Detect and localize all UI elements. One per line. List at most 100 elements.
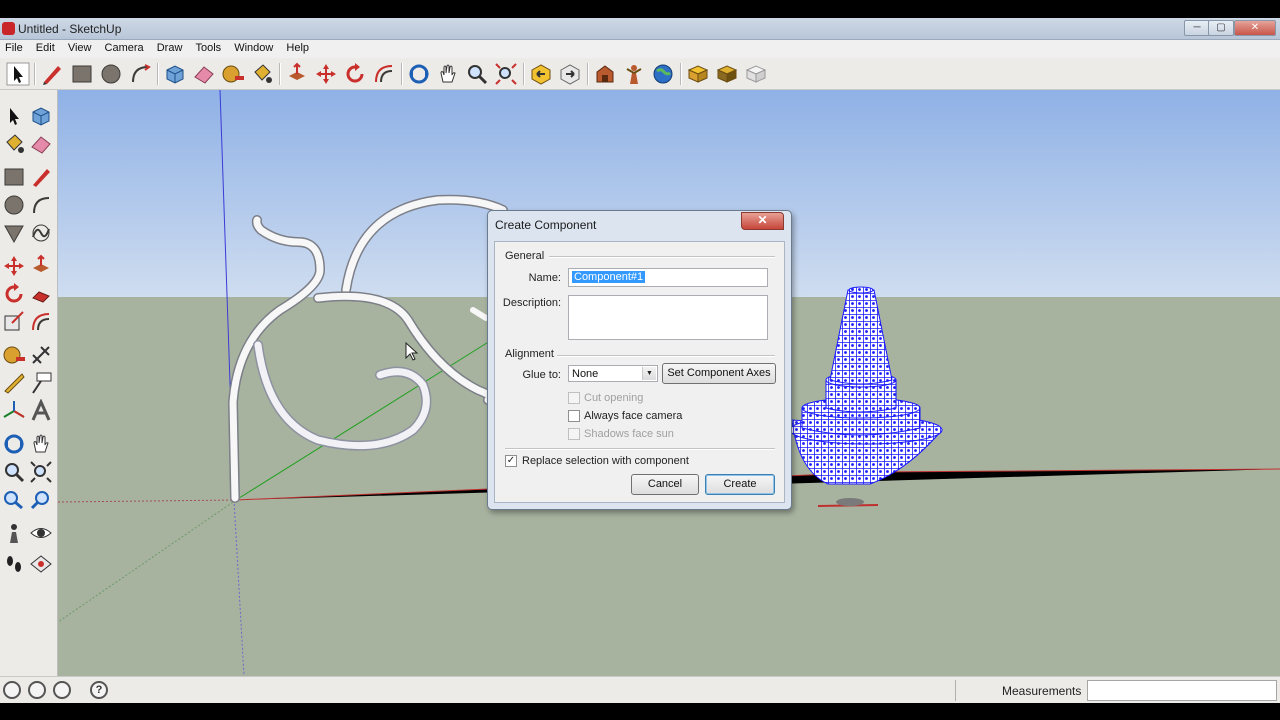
toggle-terrain-icon[interactable] xyxy=(715,62,739,86)
menu-help[interactable]: Help xyxy=(281,40,314,54)
share-model-icon[interactable] xyxy=(622,62,646,86)
move-icon[interactable] xyxy=(2,254,26,278)
zoom-extents-icon[interactable] xyxy=(29,488,53,512)
name-input[interactable]: Component#1 xyxy=(568,268,768,287)
make-component-icon[interactable] xyxy=(29,104,53,128)
google-earth-icon[interactable] xyxy=(651,62,675,86)
eraser-icon[interactable] xyxy=(192,62,216,86)
toolbar-separator xyxy=(523,63,525,85)
place-model-icon[interactable] xyxy=(744,62,768,86)
help-icon[interactable]: ? xyxy=(90,681,108,699)
menu-view[interactable]: View xyxy=(63,40,97,54)
dialog-body: General Name: Component#1 Description: A… xyxy=(494,241,785,503)
cancel-button[interactable]: Cancel xyxy=(631,474,699,495)
alignment-group-divider xyxy=(557,355,775,357)
tape-measure-icon[interactable] xyxy=(221,62,245,86)
menu-draw[interactable]: Draw xyxy=(152,40,188,54)
maximize-button[interactable]: ▢ xyxy=(1208,20,1234,36)
zoom-window-icon[interactable] xyxy=(29,460,53,484)
tape-measure-icon[interactable] xyxy=(2,343,26,367)
offset-icon[interactable] xyxy=(29,310,53,334)
axes-icon[interactable] xyxy=(2,399,26,423)
push-pull-icon[interactable] xyxy=(29,254,53,278)
description-label: Description: xyxy=(502,297,561,309)
menu-window[interactable]: Window xyxy=(229,40,278,54)
look-around-icon[interactable] xyxy=(29,521,53,545)
replace-selection-label: Replace selection with component xyxy=(522,455,689,467)
paint-bucket-icon[interactable] xyxy=(2,132,26,156)
rectangle-icon[interactable] xyxy=(70,62,94,86)
move-icon[interactable] xyxy=(314,62,338,86)
orbit-icon[interactable] xyxy=(407,62,431,86)
circle-icon[interactable] xyxy=(2,193,26,217)
arc-icon[interactable] xyxy=(29,193,53,217)
arc-icon[interactable] xyxy=(128,62,152,86)
position-camera-icon[interactable] xyxy=(2,521,26,545)
select-icon[interactable] xyxy=(6,62,30,86)
next-icon[interactable] xyxy=(558,62,582,86)
scale-icon[interactable] xyxy=(2,310,26,334)
toolbar-separator xyxy=(34,63,36,85)
protractor-icon[interactable] xyxy=(2,371,26,395)
text-icon[interactable] xyxy=(29,371,53,395)
pan-icon[interactable] xyxy=(29,432,53,456)
section-plane-icon[interactable] xyxy=(29,552,53,576)
zoom-extents-icon[interactable] xyxy=(494,62,518,86)
previous-icon[interactable] xyxy=(529,62,553,86)
dimension-icon[interactable] xyxy=(29,343,53,367)
credits-icon[interactable] xyxy=(28,681,46,699)
orbit-icon[interactable] xyxy=(2,432,26,456)
menu-file[interactable]: File xyxy=(0,40,28,54)
make-component-icon[interactable] xyxy=(163,62,187,86)
set-component-axes-button[interactable]: Set Component Axes xyxy=(662,363,776,384)
create-component-dialog: Create Component ✕ General Name: Compone… xyxy=(487,210,792,510)
geo-location-icon[interactable] xyxy=(3,681,21,699)
dialog-close-button[interactable]: ✕ xyxy=(741,212,784,230)
toolbar-separator xyxy=(157,63,159,85)
rectangle-icon[interactable] xyxy=(2,165,26,189)
3d-text-icon[interactable] xyxy=(29,399,53,423)
letterbox-top xyxy=(0,0,1280,20)
chevron-down-icon[interactable]: ▼ xyxy=(642,367,656,380)
get-models-icon[interactable] xyxy=(593,62,617,86)
select-icon[interactable] xyxy=(2,104,26,128)
follow-me-icon[interactable] xyxy=(29,282,53,306)
pencil-icon[interactable] xyxy=(40,62,64,86)
cut-opening-checkbox[interactable] xyxy=(568,392,580,404)
user-icon[interactable] xyxy=(53,681,71,699)
description-input[interactable] xyxy=(568,295,768,340)
pan-icon[interactable] xyxy=(436,62,460,86)
line-icon[interactable] xyxy=(29,165,53,189)
walk-icon[interactable] xyxy=(2,552,26,576)
circle-icon[interactable] xyxy=(99,62,123,86)
measurements-input[interactable] xyxy=(1087,680,1277,701)
always-face-camera-checkbox[interactable] xyxy=(568,410,580,422)
freehand-icon[interactable] xyxy=(29,221,53,245)
main-toolbar xyxy=(0,58,1280,90)
create-button[interactable]: Create xyxy=(705,474,775,495)
previous-view-icon[interactable] xyxy=(2,488,26,512)
menu-edit[interactable]: Edit xyxy=(31,40,60,54)
rotate-icon[interactable] xyxy=(343,62,367,86)
toolbar-separator xyxy=(401,63,403,85)
eraser-icon[interactable] xyxy=(29,132,53,156)
cut-opening-label: Cut opening xyxy=(584,392,644,404)
minimize-button[interactable]: ─ xyxy=(1184,20,1210,36)
always-face-camera-label: Always face camera xyxy=(584,410,683,422)
name-label: Name: xyxy=(528,272,561,284)
zoom-icon[interactable] xyxy=(465,62,489,86)
close-window-button[interactable]: ✕ xyxy=(1234,20,1276,36)
rotate-icon[interactable] xyxy=(2,282,26,306)
shadows-face-sun-checkbox[interactable] xyxy=(568,428,580,440)
menu-camera[interactable]: Camera xyxy=(100,40,149,54)
get-current-view-icon[interactable] xyxy=(686,62,710,86)
paint-bucket-icon[interactable] xyxy=(250,62,274,86)
offset-icon[interactable] xyxy=(372,62,396,86)
menu-tools[interactable]: Tools xyxy=(190,40,226,54)
glue-to-select[interactable]: None ▼ xyxy=(568,365,658,382)
menu-bar: File Edit View Camera Draw Tools Window … xyxy=(0,40,1280,58)
replace-selection-checkbox[interactable]: ✓ xyxy=(505,455,517,467)
zoom-icon[interactable] xyxy=(2,460,26,484)
push-pull-icon[interactable] xyxy=(285,62,309,86)
polygon-icon[interactable] xyxy=(2,221,26,245)
